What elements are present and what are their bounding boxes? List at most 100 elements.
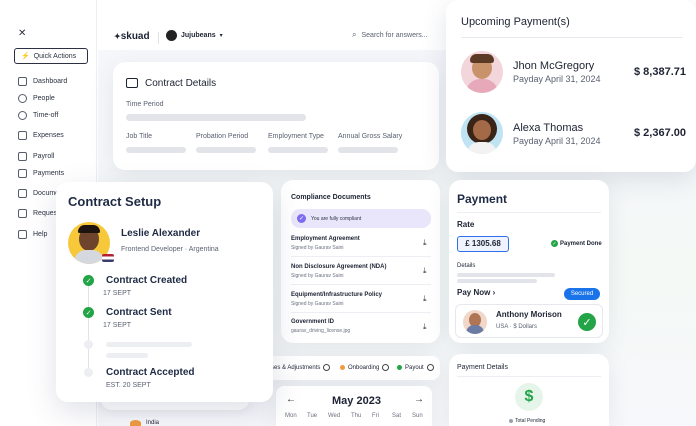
weekday-label: Thu [351,413,362,419]
arrow-right-icon[interactable]: → [414,394,424,405]
clock-icon [18,111,27,120]
quick-actions-button[interactable]: ⚡ Quick Actions [14,48,88,64]
amount: $ 2,367.00 [634,127,686,139]
pay-now-link[interactable]: Pay Now › [457,288,495,297]
placeholder-bar [126,114,306,121]
compliance-banner-text: You are fully compliant [311,215,362,222]
step-check-icon: ✓ [83,275,94,286]
compliance-card: Compliance Documents ✓ You are fully com… [281,180,440,343]
status-dot-orange [340,365,345,370]
chevron-right-icon: › [492,288,496,297]
logo-text: skuad [120,31,150,42]
weekday-label: Tue [307,413,318,419]
month-label: May [332,395,354,407]
logo: ✦skuad [114,31,150,42]
download-icon[interactable]: ⤓ [423,238,427,248]
divider [291,284,431,285]
sidebar-item-label: Expenses [33,132,64,139]
list-item[interactable]: Alexa Thomas Payday April 31, 2024 $ 2,3… [461,109,686,157]
details-label: Details [457,263,476,269]
logo-mark-icon: ✦ [114,32,121,41]
divider [457,376,601,377]
list-item[interactable]: Jhon McGregory Payday April 31, 2024 $ 8… [461,48,686,96]
grid-icon [18,77,27,86]
flag-icon [130,420,141,426]
info-icon [382,364,390,371]
payment-details-title: Payment Details [457,364,508,371]
sidebar-item-help[interactable]: Help [18,230,47,239]
company-logo-icon [166,30,177,41]
tab-adjustments[interactable]: ses & Adjustments [271,364,331,371]
status-text: Payment Done [560,240,602,247]
status-dot-green [397,365,402,370]
employee-name: Leslie Alexander [121,228,201,239]
sidebar-item-label: Help [33,231,48,238]
help-icon [18,230,27,239]
dollar-icon: $ [515,383,543,411]
payee-row[interactable]: Anthony Morison USA · $ Dollars ✓ [455,304,603,338]
avatar [461,112,503,154]
sidebar-item-label: Time-off [33,112,59,119]
step-pending-dot [84,368,93,377]
step-date: 17 SEPT [103,322,132,329]
download-icon[interactable]: ⤓ [423,266,427,276]
step-date: 17 SEPT [103,290,132,297]
company-switcher[interactable]: Jujubeans ▾ [166,30,223,41]
people-icon [18,94,27,103]
tab-label: Payout [405,364,424,371]
total-pending-label: Total Pending [515,418,546,424]
flag-icon [102,254,114,262]
step-pending-dot [84,340,93,349]
contract-setup-card: Contract Setup Leslie Alexander Frontend… [56,182,273,402]
sidebar-item-payroll[interactable]: Payroll [18,152,54,161]
year-label: 2023 [356,395,381,407]
sidebar-item-expenses[interactable]: Expenses [18,131,64,140]
avatar [463,310,487,334]
sidebar-item-label: Payroll [33,153,55,160]
payment-card: Payment Rate £ 1305.68 ✓ Payment Done De… [449,180,609,343]
divider [291,256,431,257]
divider [291,312,431,313]
sidebar-item-label: Payments [33,170,65,177]
payee-meta: USA · $ Dollars [496,324,538,330]
tab-onboarding[interactable]: Onboarding [340,364,390,371]
tab-payout[interactable]: Payout [397,364,434,371]
calendar-month: May 2023 [332,395,381,407]
step-check-icon: ✓ [83,307,94,318]
column-employment-type: Employment Type [268,133,324,140]
sidebar-item-people[interactable]: People [18,94,55,103]
search-bar[interactable]: ⌕ Search for answers... [352,30,428,40]
arrow-left-icon[interactable]: ← [286,394,296,405]
sidebar-item-label: Dashboard [33,78,68,85]
weekday-label: Sun [412,413,423,419]
tab-label: Onboarding [348,364,380,371]
payment-details-card: Payment Details $ Total Pending [449,354,609,426]
total-pending: Total Pending [509,418,545,424]
message-icon [18,209,27,218]
sidebar-item-documents[interactable]: Docume [18,189,59,198]
calendar-card: ← May 2023 → Mon Tue Wed Thu Fri Sat Sun [276,386,432,426]
sidebar-item-requests[interactable]: Request [18,209,59,218]
download-icon[interactable]: ⤓ [423,294,427,304]
placeholder-bar [106,342,192,347]
search-input[interactable]: Search for answers... [361,32,427,39]
payee-name: Jhon McGregory [513,60,595,72]
sidebar-item-time-off[interactable]: Time-off [18,111,58,120]
download-icon[interactable]: ⤓ [423,322,427,332]
check-circle-icon: ✓ [578,313,596,331]
amount: $ 8,387.71 [634,66,686,78]
sidebar-item-dashboard[interactable]: Dashboard [18,77,67,86]
payee-name: Alexa Thomas [513,122,584,134]
employee-role: Frontend Developer · Argentina [121,246,219,253]
upcoming-payments-card: Upcoming Payment(s) Jhon McGregory Payda… [446,0,696,172]
placeholder-bar [126,147,186,153]
payday: Payday April 31, 2024 [513,74,601,84]
tabs-row: ses & Adjustments Onboarding Payout [265,356,440,380]
column-probation: Probation Period [196,133,249,140]
payment-status: ✓ Payment Done [551,240,602,247]
step-title: Contract Accepted [106,367,195,378]
doc-title: Employment Agreement [291,236,360,242]
close-icon[interactable]: ✕ [18,28,26,39]
sidebar-item-payments[interactable]: Payments [18,169,64,178]
rate-label: Rate [457,220,475,229]
